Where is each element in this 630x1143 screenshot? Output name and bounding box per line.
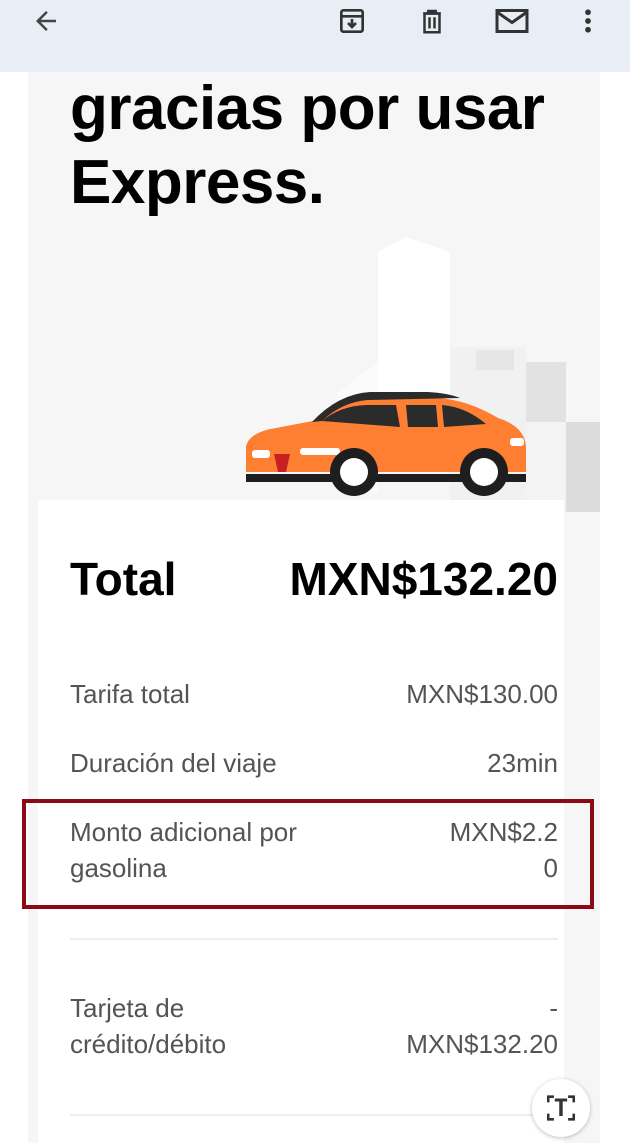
archive-icon [340,9,364,33]
fare-row: Tarifa total MXN$130.00 [70,676,558,712]
delete-button[interactable] [408,0,456,42]
trash-icon [423,9,441,34]
duration-row: Duración del viaje 23min [70,745,558,781]
payment-label-line-1: Tarjeta de [70,993,185,1023]
text-scan-button[interactable]: T [532,1079,590,1137]
text-scan-label: T [553,1094,569,1122]
payment-value-line-2: MXN$132.20 [406,1029,558,1059]
back-button[interactable] [22,0,70,42]
archive-button[interactable] [328,0,376,42]
hero-heading: gracias por usar Express. [70,72,590,220]
payment-row: Tarjeta de crédito/débito - MXN$132.20 [70,990,558,1062]
more-vert-icon [585,9,591,33]
arrow-left-icon [36,11,56,31]
duration-label: Duración del viaje [70,748,277,778]
mail-icon [495,9,529,33]
divider [70,1114,558,1116]
top-app-bar [0,0,630,72]
highlight-box [22,799,594,909]
duration-value: 23min [487,748,558,778]
more-options-button[interactable] [564,0,612,42]
payment-label: Tarjeta de crédito/débito [70,990,226,1062]
payment-label-line-2: crédito/débito [70,1029,227,1059]
divider [70,938,558,940]
total-value: MXN$132.20 [289,553,559,605]
payment-value: - MXN$132.20 [406,990,558,1062]
total-label: Total [70,553,177,605]
hero-line-1: gracias por usar [70,74,545,143]
fare-label: Tarifa total [70,679,190,709]
mark-unread-button[interactable] [488,0,536,42]
total-row: Total MXN$132.20 [70,552,558,606]
fare-value: MXN$130.00 [406,679,558,709]
payment-value-line-1: - [549,993,558,1023]
hero-line-2: Express. [70,148,325,217]
car-city-illustration [246,237,600,512]
